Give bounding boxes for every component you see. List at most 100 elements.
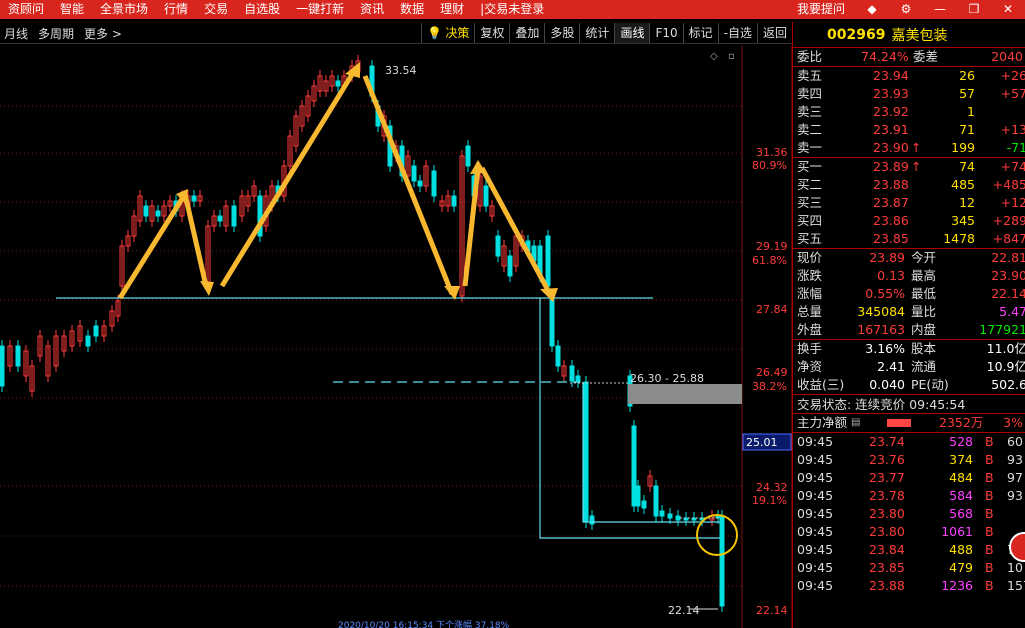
- buy-book: 买一 23.89 ↑ 74 +74 买二 23.88 485 +485 买三 23.87 12 +12 买…: [793, 157, 1025, 248]
- y-pct-19.1: 19.1%: [752, 494, 787, 507]
- level-label: 买五: [797, 231, 823, 246]
- y-pct-38.2: 38.2%: [752, 380, 787, 393]
- mark-button[interactable]: 标记: [682, 23, 718, 43]
- menu-item[interactable]: 全景市场: [92, 0, 156, 19]
- candle: [495, 235, 501, 257]
- bulb-icon: 💡: [427, 26, 443, 40]
- stat-row: 外盘 167163 内盘 177921: [797, 322, 1025, 337]
- level-change: +12: [1000, 195, 1025, 210]
- candle: [631, 425, 637, 507]
- tick-row: 09:45 23.80 1061 B: [797, 524, 994, 539]
- stat-row: 涨幅 0.55% 最低 22.14: [797, 286, 1025, 301]
- order-book-row[interactable]: 卖四 23.93 57 +57: [793, 85, 1025, 103]
- candle: [583, 381, 589, 523]
- menu-item[interactable]: 交易: [196, 0, 236, 19]
- level-volume: 57: [959, 86, 975, 101]
- candle: [635, 485, 641, 507]
- range-label: 26.30 - 25.88: [630, 372, 704, 385]
- candle: [411, 165, 417, 182]
- y-label-24.32: 24.32: [756, 481, 788, 494]
- ask-question-link[interactable]: 我要提问: [787, 0, 855, 19]
- y-pct-61.8: 61.8%: [752, 254, 787, 267]
- minimize-icon[interactable]: —: [923, 0, 957, 19]
- close-icon[interactable]: ✕: [991, 0, 1025, 19]
- menu-item[interactable]: 资讯: [352, 0, 392, 19]
- remove-watchlist-button[interactable]: -自选: [717, 23, 757, 43]
- overlay-button[interactable]: 叠加: [509, 23, 544, 43]
- multi-stock-button[interactable]: 多股: [544, 23, 579, 43]
- tick-row: 09:45 23.85 479 B 10: [797, 560, 1023, 575]
- candle: [575, 375, 581, 383]
- menu-item[interactable]: 自选股: [236, 0, 288, 19]
- login-status[interactable]: |交易未登录: [472, 0, 552, 19]
- level-price: 23.86: [873, 213, 909, 228]
- stats-button[interactable]: 统计: [579, 23, 614, 43]
- tick-list: 09:45 23.74 528 B 60 09:45 23.76 374 B 93 09:45 23.…: [793, 432, 1025, 595]
- level-volume: 26: [959, 68, 975, 83]
- level-price: 23.93: [873, 86, 909, 101]
- candle: [155, 210, 161, 217]
- tick-row: 09:45 23.80 568 B: [797, 506, 994, 521]
- order-book-row[interactable]: 买四 23.86 345 +289: [793, 212, 1025, 230]
- high-price-label: 33.54: [385, 64, 417, 77]
- level-price: 23.91: [873, 122, 909, 137]
- y-pct-80.9: 80.9%: [752, 159, 787, 172]
- decision-button[interactable]: 💡 决策: [421, 23, 474, 43]
- level-price: 23.88: [873, 177, 909, 192]
- gear-icon[interactable]: ⚙: [889, 0, 923, 19]
- menu-item[interactable]: 数据: [392, 0, 432, 19]
- tick-row: 09:45 23.76 374 B 93: [797, 452, 1023, 467]
- fuquan-button[interactable]: 复权: [474, 23, 509, 43]
- period-monthly[interactable]: 月线: [4, 25, 28, 42]
- menu-item[interactable]: 理财: [432, 0, 472, 19]
- quote-panel: 002969 嘉美包装 委比 74.24% 委差 2040 卖五 23.94 26 +…: [792, 22, 1025, 628]
- candle: [545, 235, 551, 287]
- candle: [191, 195, 197, 202]
- level-change: +57: [1000, 86, 1025, 101]
- tick-row: 09:4523.84488B75: [797, 542, 1023, 557]
- candle: [85, 335, 91, 347]
- chart-toolbar: 月线 多周期 更多 > 💡 决策 复权 叠加 多股 统计 画线 F10 标记 -自…: [0, 22, 792, 44]
- level-label: 卖四: [797, 86, 823, 101]
- candle: [465, 145, 471, 167]
- multi-period[interactable]: 多周期: [38, 25, 74, 42]
- order-book-row[interactable]: 买三 23.87 12 +12: [793, 194, 1025, 212]
- candlestick-chart[interactable]: 33.54 26.30 - 25.88 22.14 31.36 80.9% 29…: [0, 46, 792, 628]
- order-book-row[interactable]: 卖三 23.92 1: [793, 103, 1025, 121]
- order-book-row[interactable]: 卖二 23.91 71 +13: [793, 121, 1025, 139]
- level-volume: 74: [959, 159, 975, 174]
- tick-row: 09:45 23.74 528 B 60: [797, 434, 1023, 449]
- chart-footer-text: 2020/10/20 16:15:34 下个涨幅 37.18%: [338, 619, 510, 628]
- candle: [143, 205, 149, 217]
- draw-line-button[interactable]: 画线: [614, 23, 650, 43]
- stat-row: 涨跌 0.13 最高 23.90: [797, 268, 1025, 283]
- cube-icon[interactable]: ◆: [855, 0, 889, 19]
- candle: [15, 345, 21, 367]
- back-button[interactable]: 返回: [756, 23, 792, 43]
- tick-row: 09:45 23.77 484 B 97: [797, 470, 1023, 485]
- menu-item[interactable]: 一键打新: [288, 0, 352, 19]
- f10-button[interactable]: F10: [649, 23, 682, 43]
- flow-bar: [887, 419, 911, 427]
- stats-block-2: 换手 3.16% 股本 11.0亿 净资 2.41 流通 10.9亿 收益(三) 0.040 PE(…: [793, 339, 1025, 394]
- level-price: 23.92: [873, 104, 909, 119]
- candle: [549, 297, 555, 347]
- level-change: +13: [1000, 122, 1025, 137]
- level-label: 买四: [797, 213, 823, 228]
- order-book-row[interactable]: 买二 23.88 485 +485: [793, 176, 1025, 194]
- menu-item[interactable]: 行情: [156, 0, 196, 19]
- order-book-row[interactable]: 卖一 23.90 ↑ 199 -71: [793, 139, 1025, 157]
- collapse-icon: ▫: [728, 51, 735, 62]
- level-volume: 199: [951, 140, 975, 155]
- level-change: +289: [992, 213, 1025, 228]
- y-label-22.14: 22.14: [756, 604, 788, 617]
- order-book-row[interactable]: 买一 23.89 ↑ 74 +74: [793, 158, 1025, 176]
- menu-item[interactable]: 智能: [52, 0, 92, 19]
- level-volume: 485: [951, 177, 975, 192]
- maximize-icon[interactable]: ❐: [957, 0, 991, 19]
- order-book-row[interactable]: 买五 23.85 1478 +847: [793, 230, 1025, 248]
- diamond-icon: ◇: [710, 51, 718, 62]
- order-book-row[interactable]: 卖五 23.94 26 +26: [793, 67, 1025, 85]
- more-menu[interactable]: 更多 >: [84, 25, 122, 42]
- menu-item[interactable]: 资顾问: [0, 0, 52, 19]
